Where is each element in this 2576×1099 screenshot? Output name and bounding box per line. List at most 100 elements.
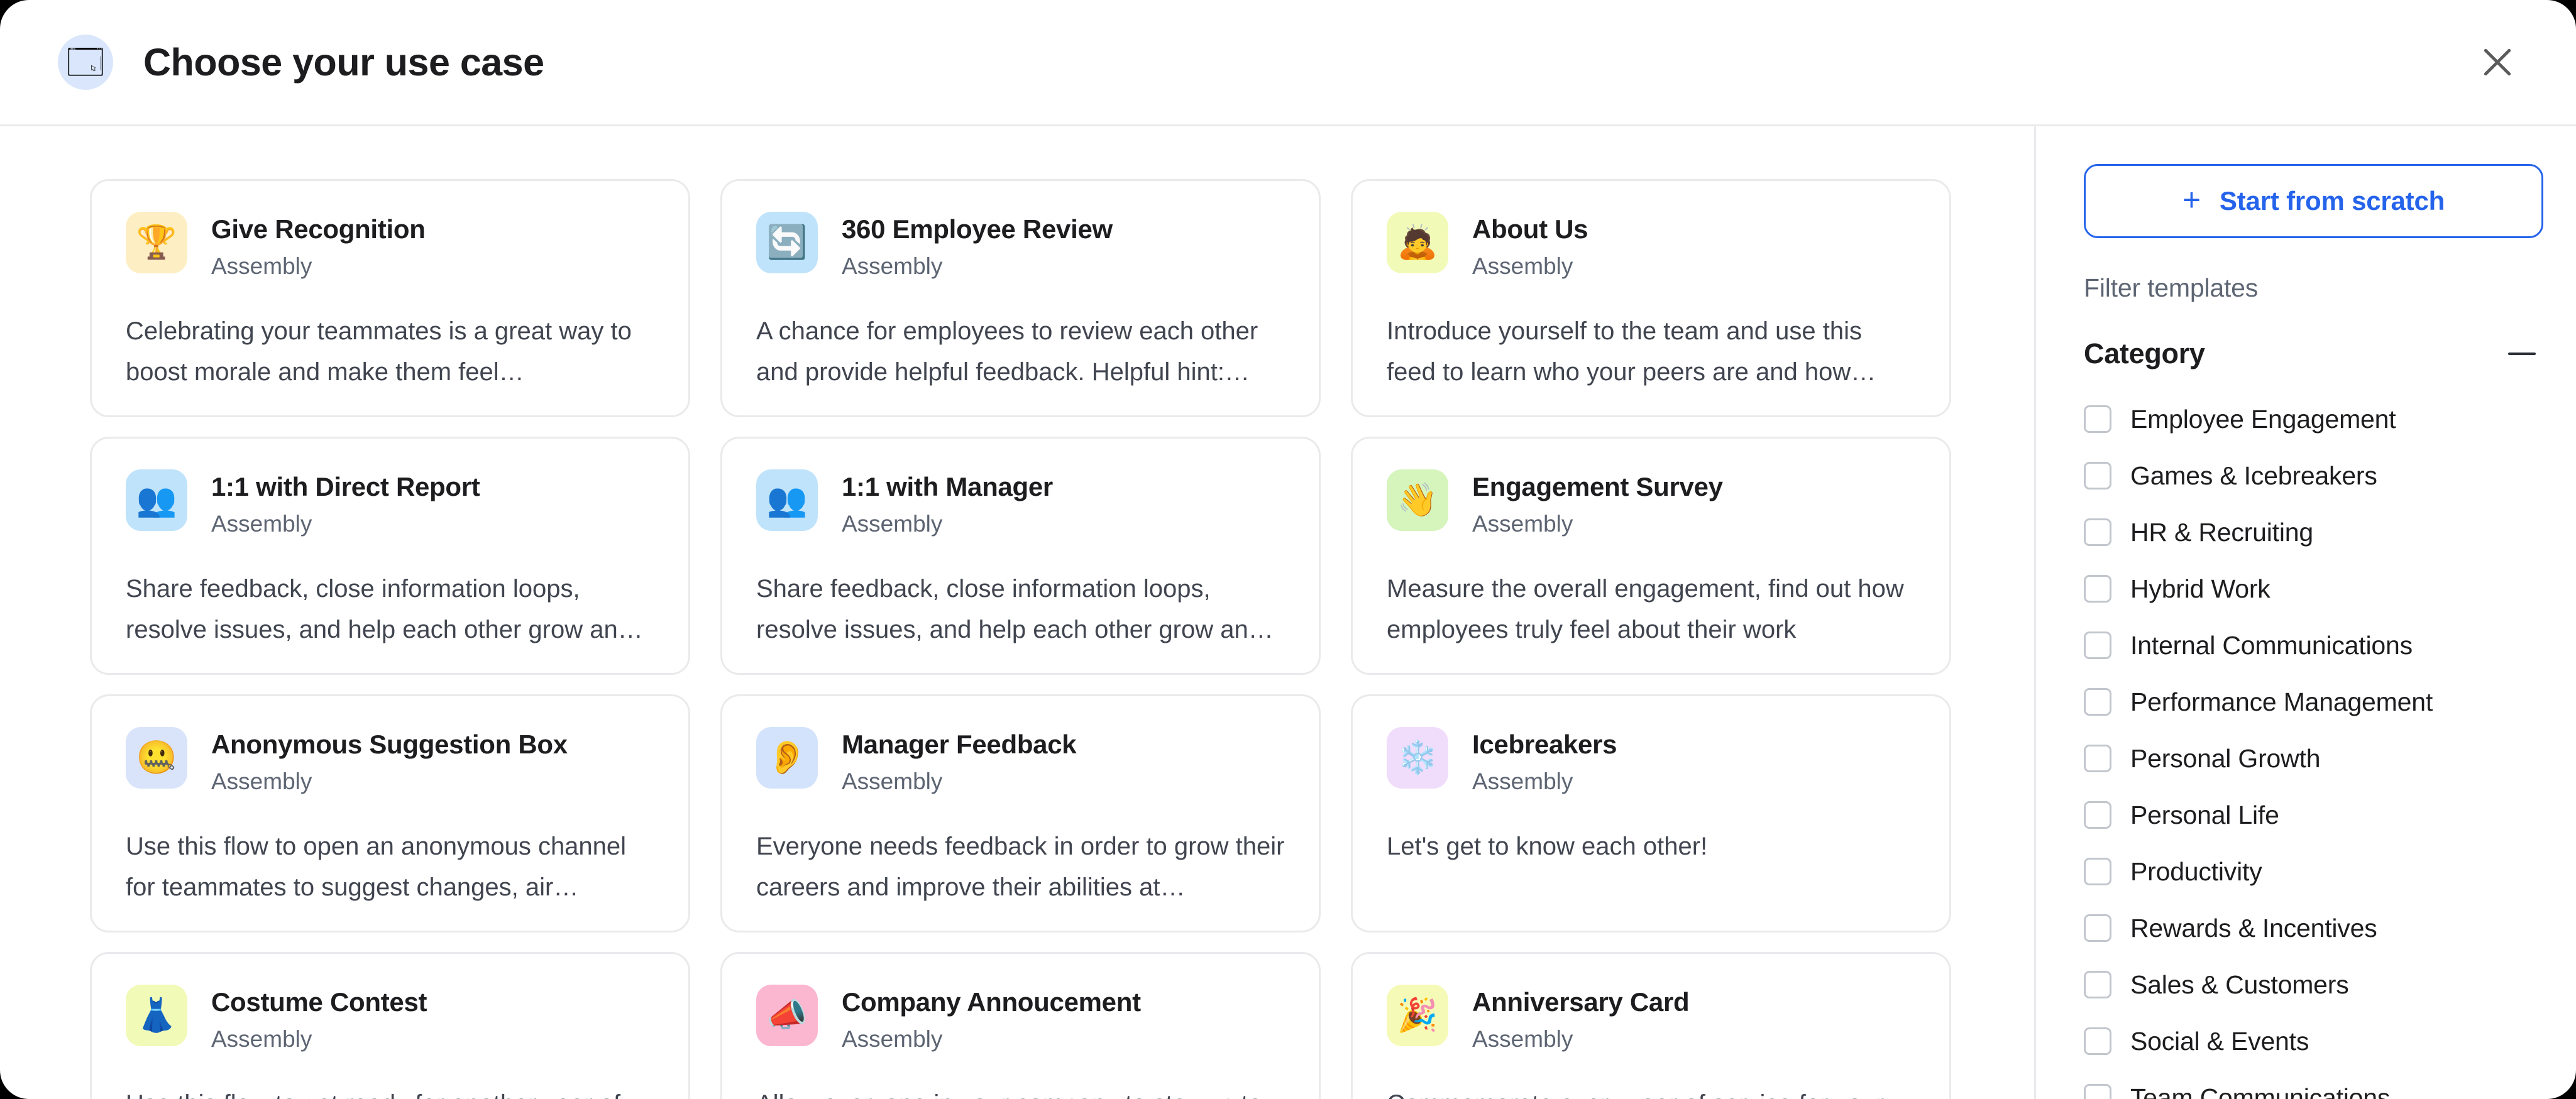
template-author: Assembly — [211, 511, 312, 537]
template-card[interactable]: 📣 Company Annoucement Assembly Allow everyo… — [720, 952, 1321, 1099]
template-description: Share feedback, close information loops,… — [756, 574, 1274, 643]
minus-icon[interactable] — [2508, 353, 2536, 355]
category-checkbox[interactable] — [2084, 745, 2111, 772]
template-card-titles: 360 Employee Review Assembly — [842, 212, 1113, 280]
templates-grid: 🏆 Give Recognition Assembly Celebrating you… — [90, 179, 1951, 1099]
start-from-scratch-label: Start from scratch — [2219, 186, 2445, 216]
template-author: Assembly — [1472, 1026, 1573, 1053]
category-filter-row[interactable]: Hybrid Work — [2084, 560, 2543, 617]
person-bowing-icon: 🙇 — [1387, 212, 1448, 273]
category-filter-row[interactable]: Team Communications — [2084, 1069, 2543, 1099]
category-title: Category — [2084, 337, 2205, 369]
category-filter-row[interactable]: Personal Growth — [2084, 730, 2543, 787]
template-title: Costume Contest — [211, 987, 427, 1017]
template-description: Use this flow to get ready for another y… — [126, 1084, 654, 1099]
category-label: Hybrid Work — [2130, 574, 2271, 603]
template-description: Use this flow to open an anonymous chann… — [126, 832, 627, 901]
category-filter-row[interactable]: Social & Events — [2084, 1013, 2543, 1069]
category-filter-row[interactable]: HR & Recruiting — [2084, 504, 2543, 560]
plus-icon: + — [2182, 182, 2201, 217]
template-card[interactable]: 👥 1:1 with Direct Report Assembly Share fee… — [90, 437, 690, 675]
template-card-header: 🔄 360 Employee Review Assembly — [756, 212, 1285, 280]
template-card[interactable]: 👥 1:1 with Manager Assembly Share feedback,… — [720, 437, 1321, 675]
category-filter-row[interactable]: Internal Communications — [2084, 617, 2543, 674]
template-card-titles: Give Recognition Assembly — [211, 212, 426, 280]
template-card-titles: Anniversary Card Assembly — [1472, 985, 1690, 1053]
template-card-header: 👗 Costume Contest Assembly — [126, 985, 654, 1053]
category-label: HR & Recruiting — [2130, 517, 2313, 547]
refresh-icon: 🔄 — [756, 212, 818, 273]
category-checkbox[interactable] — [2084, 518, 2111, 546]
template-card[interactable]: 👂 Manager Feedback Assembly Everyone needs … — [720, 694, 1321, 932]
category-filter-row[interactable]: Games & Icebreakers — [2084, 447, 2543, 504]
template-description: A chance for employees to review each ot… — [756, 317, 1258, 386]
template-title: Company Annoucement — [842, 987, 1141, 1017]
zipper-mouth-face-icon: 🤐 — [126, 727, 187, 789]
template-description: Allow everyone in your company to stay u… — [756, 1084, 1285, 1099]
template-card-titles: Engagement Survey Assembly — [1472, 469, 1723, 537]
template-card-titles: Company Annoucement Assembly — [842, 985, 1141, 1053]
template-title: Give Recognition — [211, 214, 426, 244]
template-author: Assembly — [842, 511, 943, 537]
category-checkbox[interactable] — [2084, 858, 2111, 885]
template-card[interactable]: 🎉 Anniversary Card Assembly Commemorate eve… — [1351, 952, 1951, 1099]
category-checkbox[interactable] — [2084, 971, 2111, 998]
start-from-scratch-button[interactable]: + Start from scratch — [2084, 164, 2543, 238]
trophy-icon: 🏆 — [126, 212, 187, 273]
close-button[interactable] — [2470, 35, 2524, 89]
templates-pane: 🏆 Give Recognition Assembly Celebrating you… — [0, 126, 2034, 1099]
template-card-titles: About Us Assembly — [1472, 212, 1588, 280]
template-description: Everyone needs feedback in order to grow… — [756, 832, 1285, 901]
category-filter-row[interactable]: Sales & Customers — [2084, 956, 2543, 1013]
category-checkbox[interactable] — [2084, 462, 2111, 489]
template-author: Assembly — [211, 768, 312, 795]
category-checkbox[interactable] — [2084, 405, 2111, 433]
category-checkbox[interactable] — [2084, 914, 2111, 942]
category-filter-row[interactable]: Performance Management — [2084, 674, 2543, 730]
category-filter-row[interactable]: Rewards & Incentives — [2084, 900, 2543, 956]
category-checkbox[interactable] — [2084, 1084, 2111, 1099]
category-label: Team Communications — [2130, 1083, 2391, 1099]
party-popper-icon: 🎉 — [1387, 985, 1448, 1046]
category-checkbox[interactable] — [2084, 1027, 2111, 1055]
template-card-titles: Icebreakers Assembly — [1472, 727, 1617, 795]
people-icon: 👥 — [126, 469, 187, 531]
template-title: Icebreakers — [1472, 730, 1617, 759]
category-label: Employee Engagement — [2130, 404, 2396, 434]
template-card-titles: Manager Feedback Assembly — [842, 727, 1077, 795]
template-card[interactable]: 🤐 Anonymous Suggestion Box Assembly Use thi… — [90, 694, 690, 932]
category-checkbox[interactable] — [2084, 801, 2111, 829]
category-label: Games & Icebreakers — [2130, 461, 2377, 490]
category-section-header[interactable]: Category — [2084, 337, 2543, 370]
megaphone-icon: 📣 — [756, 985, 818, 1046]
template-card[interactable]: 👗 Costume Contest Assembly Use this flow to… — [90, 952, 690, 1099]
template-card[interactable]: 🙇 About Us Assembly Introduce yourself to t… — [1351, 179, 1951, 417]
template-card[interactable]: 👋 Engagement Survey Assembly Measure the ov… — [1351, 437, 1951, 675]
category-label: Internal Communications — [2130, 630, 2413, 660]
template-card-titles: 1:1 with Manager Assembly — [842, 469, 1053, 537]
template-author: Assembly — [211, 1026, 312, 1053]
window-layout-icon: 🗔 — [58, 35, 113, 90]
category-filter-row[interactable]: Employee Engagement — [2084, 391, 2543, 447]
filter-sidebar: + Start from scratch Filter templates Ca… — [2034, 126, 2576, 1099]
template-description: Share feedback, close information loops,… — [126, 574, 643, 643]
category-checkbox[interactable] — [2084, 688, 2111, 716]
template-card[interactable]: 🔄 360 Employee Review Assembly A chance for… — [720, 179, 1321, 417]
template-card-titles: 1:1 with Direct Report Assembly — [211, 469, 480, 537]
people-icon: 👥 — [756, 469, 818, 531]
template-card-header: 👋 Engagement Survey Assembly — [1387, 469, 1915, 537]
category-checkbox[interactable] — [2084, 632, 2111, 659]
choose-use-case-modal: 🗔 Choose your use case 🏆 Give Recognition… — [0, 0, 2576, 1099]
category-checkbox[interactable] — [2084, 575, 2111, 603]
snowflake-icon: ❄️ — [1387, 727, 1448, 789]
category-label: Sales & Customers — [2130, 970, 2349, 999]
template-card-header: 🙇 About Us Assembly — [1387, 212, 1915, 280]
template-title: Engagement Survey — [1472, 472, 1723, 501]
category-filter-row[interactable]: Personal Life — [2084, 787, 2543, 843]
modal-header: 🗔 Choose your use case — [0, 0, 2576, 126]
template-author: Assembly — [842, 1026, 943, 1053]
template-card[interactable]: 🏆 Give Recognition Assembly Celebrating you… — [90, 179, 690, 417]
category-filter-row[interactable]: Productivity — [2084, 843, 2543, 900]
template-card[interactable]: ❄️ Icebreakers Assembly Let's get to know e… — [1351, 694, 1951, 932]
template-description: Measure the overall engagement, find out… — [1387, 574, 1904, 643]
